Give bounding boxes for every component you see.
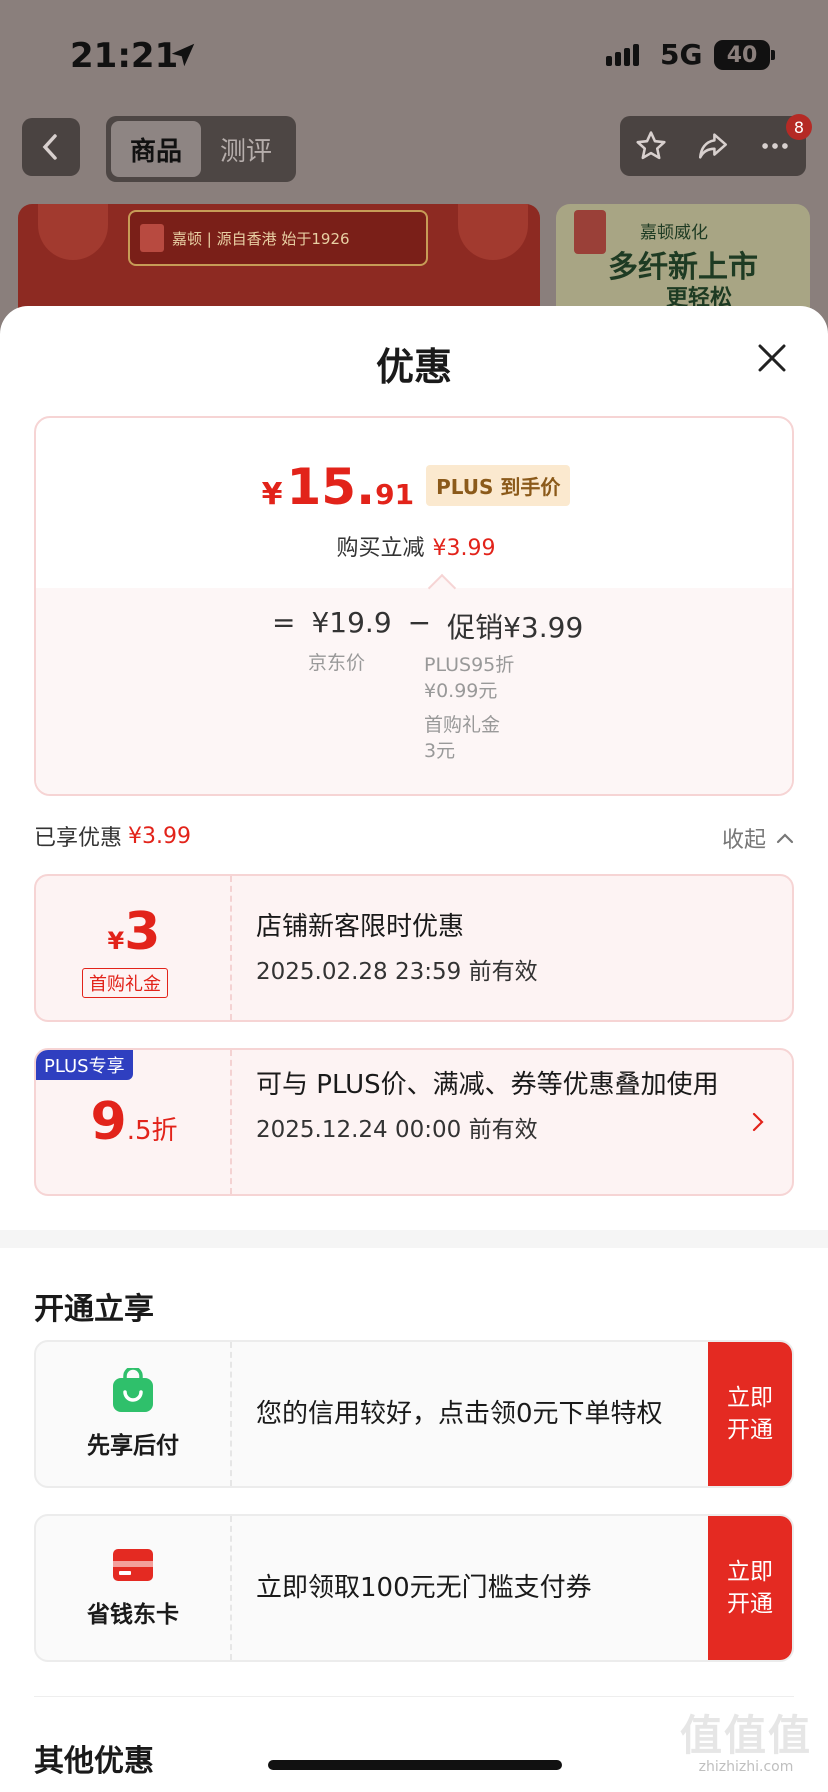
- activate-section-title: 开通立享: [34, 1292, 154, 1327]
- lantern-decoration: [458, 204, 528, 260]
- instant-reduce: 购买立减 ¥3.99: [336, 536, 496, 561]
- coupon-card-plus[interactable]: PLUS专享 9.5折 可与 PLUS价、满减、券等优惠叠加使用 2025.12…: [34, 1048, 794, 1196]
- status-bar: 21:21 5G 40: [0, 0, 828, 100]
- close-icon[interactable]: [752, 338, 792, 378]
- brand-frame: 嘉顿 | 源自香港 始于1926: [128, 210, 428, 266]
- status-time: 21:21: [70, 36, 179, 76]
- coupon-expiry: 2025.12.24 00:00 前有效: [256, 1117, 538, 1143]
- promo-detail: PLUS95折 ¥0.99元 首购礼金 3元: [424, 654, 515, 762]
- divider-line: [34, 1696, 794, 1697]
- message-badge: 8: [786, 114, 812, 140]
- coupon-title: 店铺新客限时优惠: [256, 912, 465, 942]
- activate-icon-area: 先享后付: [36, 1342, 232, 1486]
- activate-card-saving-card[interactable]: 省钱东卡 立即领取100元无门槛支付券 立即开通: [34, 1514, 794, 1662]
- brand-logo: [574, 210, 606, 254]
- collapse-button[interactable]: 收起: [722, 822, 794, 854]
- promo-amount: 促销¥3.99: [447, 611, 584, 644]
- chevron-right-icon: [752, 1112, 764, 1132]
- activate-description: 您的信用较好，点击领0元下单特权: [256, 1399, 663, 1429]
- tab-product[interactable]: 商品: [111, 121, 201, 177]
- chevron-up-icon: [776, 833, 794, 844]
- lantern-decoration: [38, 204, 108, 260]
- top-tabs: 商品 测评: [106, 116, 296, 182]
- brand-logo: [140, 224, 164, 252]
- star-icon[interactable]: [634, 129, 668, 163]
- activate-label: 先享后付: [87, 1433, 179, 1459]
- coupon-title: 可与 PLUS价、满减、券等优惠叠加使用: [256, 1070, 719, 1100]
- battery-icon: 40: [714, 40, 775, 70]
- tab-review[interactable]: 测评: [201, 121, 291, 177]
- activate-now-button[interactable]: 立即开通: [708, 1516, 792, 1660]
- activate-card-pay-later[interactable]: 先享后付 您的信用较好，点击领0元下单特权 立即开通: [34, 1340, 794, 1488]
- final-price-row: ¥ 15. 91 PLUS 到手价: [36, 458, 792, 516]
- share-icon[interactable]: [695, 129, 731, 163]
- sheet-title: 优惠: [375, 345, 452, 389]
- enjoyed-discount-row: 已享优惠 ¥3.99 收起: [34, 816, 794, 856]
- chevron-left-icon: [42, 134, 57, 160]
- base-price-label: 京东价: [308, 652, 366, 674]
- coupon-expiry: 2025.02.28 23:59 前有效: [256, 959, 538, 985]
- home-indicator[interactable]: [268, 1760, 562, 1770]
- activate-label: 省钱东卡: [87, 1602, 179, 1628]
- activate-description: 立即领取100元无门槛支付券: [256, 1573, 592, 1603]
- activate-now-button[interactable]: 立即开通: [708, 1342, 792, 1486]
- brand-banner-text: 嘉顿 | 源自香港 始于1926: [172, 229, 350, 248]
- signal-icon: [606, 44, 639, 66]
- network-type: 5G: [660, 38, 703, 71]
- coupon-amount-area: ¥3 首购礼金: [36, 876, 232, 1020]
- plus-exclusive-badge: PLUS专享: [36, 1050, 133, 1080]
- coupon-amount-area: PLUS专享 9.5折: [36, 1050, 232, 1194]
- base-price: ¥19.9: [311, 606, 392, 639]
- nav-actions: [620, 116, 806, 176]
- coupon-card-first-purchase[interactable]: ¥3 首购礼金 店铺新客限时优惠 2025.02.28 23:59 前有效: [34, 874, 794, 1022]
- section-divider: [0, 1230, 828, 1248]
- watermark: 值值值 zhizhizhi.com: [679, 1711, 812, 1775]
- final-price: ¥ 15. 91: [261, 458, 415, 516]
- promo-banner-line1: 嘉顿威化: [640, 223, 708, 243]
- shopping-bag-icon: [113, 1368, 153, 1412]
- coupon-tag: 首购礼金: [82, 968, 168, 998]
- location-arrow-icon: [171, 43, 195, 67]
- card-icon: [113, 1549, 153, 1581]
- plus-price-tag: PLUS 到手价: [426, 465, 571, 506]
- discount-sheet: 优惠 ¥ 15. 91 PLUS 到手价 购买立减 ¥3.99 = ¥19.9 −…: [0, 306, 828, 1792]
- back-button[interactable]: [22, 118, 80, 176]
- other-discounts-title: 其他优惠: [34, 1744, 154, 1779]
- activate-icon-area: 省钱东卡: [36, 1516, 232, 1660]
- price-card: ¥ 15. 91 PLUS 到手价 购买立减 ¥3.99 = ¥19.9 − 促销…: [34, 416, 794, 796]
- price-equation: = ¥19.9 − 促销¥3.99: [272, 606, 584, 644]
